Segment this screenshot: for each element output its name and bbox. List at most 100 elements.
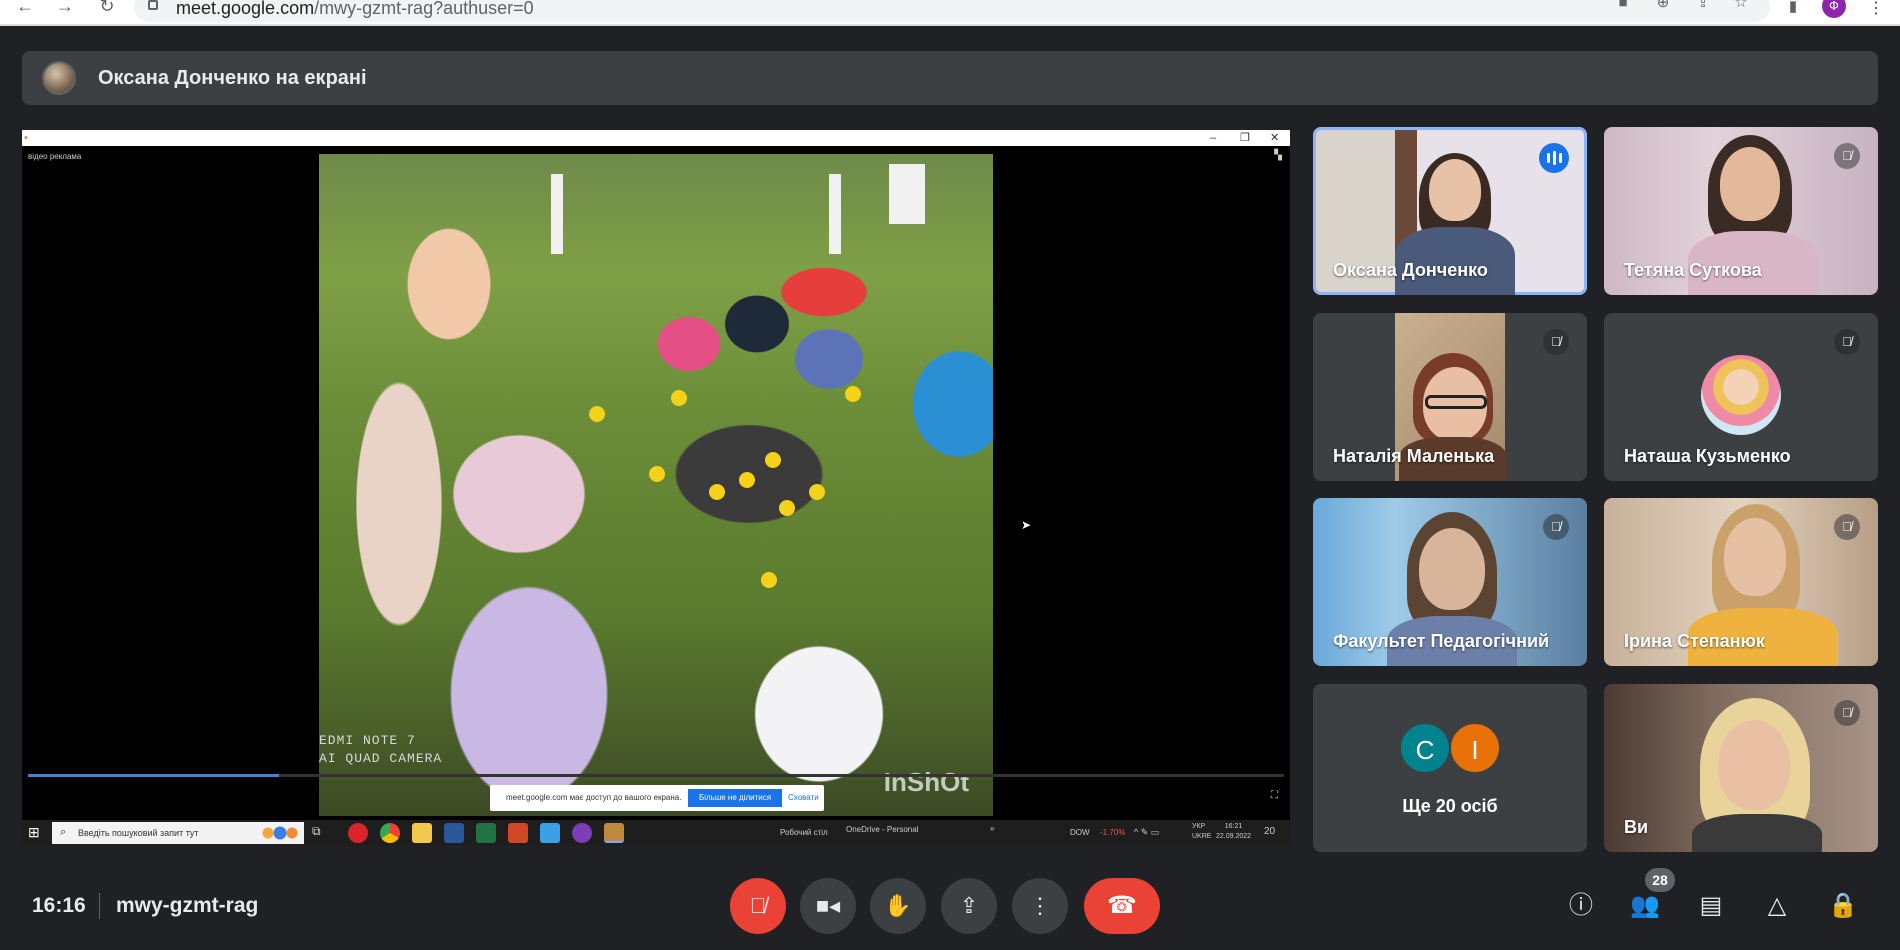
excel-icon[interactable] — [476, 823, 496, 843]
file-explorer-icon[interactable] — [412, 823, 432, 843]
back-arrow-icon[interactable]: ← — [14, 0, 36, 16]
close-icon[interactable]: ✕ — [1270, 130, 1279, 146]
onedrive-label[interactable]: OneDrive - Personal — [846, 825, 918, 834]
picture-in-picture-icon[interactable]: ▚ — [1274, 150, 1282, 161]
video-progress-bar[interactable] — [28, 774, 1284, 777]
chat-icon[interactable]: ▤ — [1691, 886, 1731, 926]
restore-icon[interactable]: ❐ — [1240, 130, 1250, 146]
mic-off-icon: 🎙̸ — [1834, 514, 1860, 540]
profile-avatar[interactable]: Ф — [1822, 0, 1846, 18]
fullscreen-icon[interactable]: ⛶ — [1271, 790, 1278, 801]
glasses — [1425, 395, 1487, 409]
video-watermark: InShOt — [883, 767, 969, 797]
mic-off-icon: 🎙̸ — [1834, 700, 1860, 726]
powerpoint-icon[interactable] — [508, 823, 528, 843]
participant-tile[interactable]: 🎙̸ Факультет Педагогічний — [1313, 498, 1587, 666]
system-tray-icons[interactable]: ^ ✎ ▭ — [1134, 827, 1159, 838]
opera-icon[interactable] — [348, 823, 368, 843]
people-icon[interactable]: 👥 — [1625, 886, 1665, 926]
tree-trunk — [551, 174, 563, 254]
task-view-icon[interactable]: ⧉ — [312, 824, 321, 839]
stock-label[interactable]: DOW — [1070, 828, 1090, 837]
forward-arrow-icon[interactable]: → — [54, 0, 76, 16]
dandelion — [649, 466, 665, 482]
minimize-icon[interactable]: – — [1210, 130, 1216, 146]
dandelion — [809, 484, 825, 500]
windows-taskbar: ⊞ ⌕ Введіть пошуковий запит тут ⧉ Робочи… — [22, 820, 1290, 846]
participant-face — [1718, 720, 1790, 810]
presenter-avatar — [42, 61, 76, 95]
participant-name: Ірина Степанюк — [1624, 631, 1765, 651]
language-indicator[interactable]: УКР UKRE — [1192, 822, 1211, 842]
info-icon[interactable]: ⓘ — [1561, 886, 1601, 926]
viber-icon[interactable] — [572, 823, 592, 843]
end-call-button[interactable]: ☎ — [1084, 878, 1160, 934]
speaking-indicator-icon — [1539, 143, 1569, 173]
stop-sharing-button[interactable]: Більше не ділитися — [688, 789, 782, 807]
participant-face — [1720, 147, 1780, 221]
store-icon[interactable] — [540, 823, 560, 843]
media-player-icon[interactable] — [604, 823, 624, 843]
mic-off-icon: 🎙̸ — [1834, 143, 1860, 169]
mic-off-icon: 🎙̸ — [1543, 514, 1569, 540]
participant-tile[interactable]: 🎙̸ Тетяна Суткова — [1604, 127, 1878, 295]
mic-off-icon: 🎙̸ — [1834, 329, 1860, 355]
participant-name: Ви — [1624, 817, 1649, 837]
participant-body — [1692, 814, 1822, 852]
share-icon[interactable]: ⇪ — [1694, 0, 1712, 10]
tree-trunk — [889, 164, 925, 224]
browser-menu-icon[interactable]: ⋮ — [1868, 0, 1884, 18]
app-icon: ▪ — [24, 132, 28, 144]
participant-tile[interactable]: 🎙̸ Ірина Степанюк — [1604, 498, 1878, 666]
camera-overlay-text: EDMI NOTE 7 AI QUAD CAMERA — [319, 733, 443, 766]
toolbar-chevron-icon[interactable]: » — [990, 824, 994, 833]
word-icon[interactable] — [444, 823, 464, 843]
participant-face — [1419, 528, 1485, 610]
camera-permission-icon[interactable]: ■ — [1614, 0, 1632, 10]
side-panel-icon[interactable]: ▮ — [1784, 0, 1802, 14]
camera-button[interactable]: ■◂ — [800, 878, 856, 934]
participant-initial-avatar: C — [1399, 722, 1451, 774]
url-text: meet.google.com/mwy-gzmt-rag?authuser=0 — [176, 0, 534, 18]
participant-tile[interactable]: Оксана Донченко — [1313, 127, 1587, 295]
participant-face — [1429, 159, 1481, 221]
present-screen-button[interactable]: ⇪ — [941, 878, 997, 934]
self-view-tile[interactable]: 🎙̸ Ви — [1604, 684, 1878, 852]
divider — [99, 893, 100, 919]
notification-count[interactable]: 20 — [1264, 826, 1275, 837]
more-participants-tile[interactable]: C I Ще 20 осіб — [1313, 684, 1587, 852]
participant-face — [1724, 518, 1786, 596]
participant-name: Оксана Донченко — [1333, 260, 1488, 280]
zoom-icon[interactable]: ⊕ — [1654, 0, 1672, 10]
raise-hand-button[interactable]: ✋ — [870, 878, 926, 934]
participant-tile[interactable]: 🎙̸ Наталія Маленька — [1313, 313, 1587, 481]
participant-name: Факультет Педагогічний — [1333, 631, 1550, 651]
taskbar-clock[interactable]: 16:21 22.09.2022 — [1216, 822, 1251, 842]
address-bar[interactable]: meet.google.com/mwy-gzmt-rag?authuser=0 … — [134, 0, 1770, 22]
activities-icon[interactable]: △ — [1757, 886, 1797, 926]
participant-tile[interactable]: 🎙̸ Наташа Кузьменко — [1604, 313, 1878, 481]
bookmark-star-icon[interactable]: ☆ — [1732, 0, 1750, 10]
search-icon: ⌕ — [60, 826, 67, 838]
participant-initial-avatar: I — [1449, 722, 1501, 774]
host-controls-icon[interactable]: 🔒 — [1823, 886, 1863, 926]
participants-count-badge: 28 — [1645, 868, 1675, 892]
lock-icon — [148, 0, 158, 10]
mic-off-button[interactable]: 🎙̸ — [730, 878, 786, 934]
more-options-button[interactable]: ⋮ — [1012, 878, 1068, 934]
windows-start-icon[interactable]: ⊞ — [28, 824, 40, 841]
dandelion — [739, 472, 755, 488]
window-titlebar: ▪ – ❐ ✕ — [22, 130, 1290, 146]
player-title: відео реклама — [28, 152, 82, 161]
taskbar-search[interactable]: ⌕ Введіть пошуковий запит тут — [52, 822, 304, 844]
taskbar-search-placeholder: Введіть пошуковий запит тут — [78, 828, 199, 838]
hide-notice-button[interactable]: Сховати — [788, 793, 819, 802]
tree-trunk — [829, 174, 841, 254]
meeting-time: 16:16 — [32, 894, 86, 917]
dandelion — [765, 452, 781, 468]
screen-share-notice: meet.google.com має доступ до вашого екр… — [490, 785, 824, 811]
reload-icon[interactable]: ↻ — [96, 0, 118, 16]
browser-toolbar: ← → ↻ meet.google.com/mwy-gzmt-rag?authu… — [0, 0, 1900, 26]
chrome-icon[interactable] — [380, 823, 400, 843]
meeting-code: mwy-gzmt-rag — [116, 894, 259, 917]
